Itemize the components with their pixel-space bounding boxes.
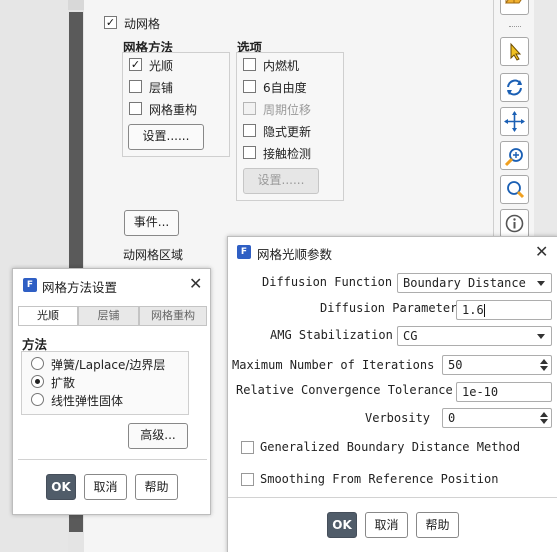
- cancel-button[interactable]: 取消: [365, 512, 408, 538]
- verbosity-label: Verbosity: [365, 411, 431, 425]
- dynamic-mesh-zones-label: 动网格区域: [123, 248, 184, 262]
- app-logo-icon: F: [23, 278, 37, 292]
- diffusion-function-label: Diffusion Function: [262, 275, 393, 289]
- tab-layering[interactable]: 层铺: [78, 306, 139, 326]
- mesh-method-settings-dialog: F 网格方法设置 ✕ 光顺 层铺 网格重构 方法 弹簧/Laplace/边界层 …: [12, 268, 211, 515]
- zoom-in-icon[interactable]: [500, 141, 529, 170]
- tab-remeshing[interactable]: 网格重构: [139, 306, 207, 326]
- scrollbar-up-arrow[interactable]: [68, 0, 84, 10]
- dialog-title: 网格光顺参数: [257, 247, 333, 262]
- events-button[interactable]: 事件...: [124, 210, 179, 236]
- chevron-down-icon: [537, 281, 545, 286]
- periodic-displacement-checkbox: [243, 102, 256, 115]
- max-iterations-value: 50: [448, 358, 463, 372]
- chevron-down-icon: [537, 334, 545, 339]
- ic-engine-label: 内燃机: [263, 59, 300, 73]
- convergence-tolerance-input[interactable]: 1e-10: [456, 382, 552, 402]
- contact-detection-checkbox[interactable]: [243, 146, 256, 159]
- periodic-displacement-label: 周期位移: [263, 103, 312, 117]
- diffusion-function-value: Boundary Distance: [403, 276, 526, 290]
- amg-stabilization-label: AMG Stabilization: [270, 328, 393, 342]
- text-cursor: [484, 304, 485, 317]
- dynamic-mesh-checkbox[interactable]: ✓: [104, 16, 117, 29]
- contact-detection-label: 接触检测: [263, 147, 312, 161]
- stepper-down-icon[interactable]: [540, 366, 548, 371]
- help-button[interactable]: 帮助: [416, 512, 459, 538]
- options-settings-button: 设置......: [243, 168, 319, 194]
- dialog-title: 网格方法设置: [42, 280, 118, 295]
- diffusion-parameter-label: Diffusion Parameter: [320, 301, 458, 315]
- convergence-tolerance-value: 1e-10: [462, 385, 499, 399]
- six-dof-label: 6自由度: [263, 81, 307, 95]
- smoothing-label: 光顺: [149, 59, 174, 73]
- max-iterations-stepper[interactable]: 50: [442, 355, 552, 375]
- dialog-divider: [228, 497, 557, 498]
- cancel-button[interactable]: 取消: [84, 474, 127, 500]
- diffusion-parameter-input[interactable]: 1.6: [456, 300, 552, 320]
- pan-icon[interactable]: [500, 107, 529, 136]
- dialog-divider: [18, 459, 207, 460]
- remeshing-checkbox[interactable]: [129, 102, 142, 115]
- stepper-up-icon[interactable]: [540, 412, 548, 417]
- linear-elastic-radio[interactable]: [31, 393, 44, 406]
- diffusion-label: 扩散: [51, 376, 76, 390]
- amg-stabilization-select[interactable]: CG: [397, 326, 552, 346]
- mesh-methods-settings-button[interactable]: 设置......: [128, 124, 204, 150]
- zoom-fit-icon[interactable]: [500, 175, 529, 204]
- help-button[interactable]: 帮助: [135, 474, 178, 500]
- spring-laplace-radio[interactable]: [31, 357, 44, 370]
- dynamic-mesh-label: 动网格: [124, 17, 161, 31]
- max-iterations-label: Maximum Number of Iterations: [232, 358, 435, 372]
- implicit-update-checkbox[interactable]: [243, 124, 256, 137]
- close-icon[interactable]: ✕: [189, 276, 202, 292]
- toolbar-separator: [509, 26, 521, 28]
- diffusion-radio[interactable]: [31, 375, 44, 388]
- smoothing-reference-label: Smoothing From Reference Position: [260, 472, 499, 486]
- tab-baseline: [18, 325, 207, 326]
- verbosity-stepper[interactable]: 0: [442, 408, 552, 428]
- app-logo-icon: F: [237, 245, 251, 259]
- convergence-tolerance-label: Relative Convergence Tolerance: [236, 383, 453, 397]
- stepper-up-icon[interactable]: [540, 359, 548, 364]
- linear-elastic-label: 线性弹性固体: [51, 394, 124, 408]
- info-icon[interactable]: [500, 209, 529, 238]
- spring-laplace-label: 弹簧/Laplace/边界层: [51, 358, 166, 372]
- implicit-update-label: 隐式更新: [263, 125, 312, 139]
- ic-engine-checkbox[interactable]: [243, 58, 256, 71]
- gbdm-label: Generalized Boundary Distance Method: [260, 440, 521, 454]
- stepper-down-icon[interactable]: [540, 419, 548, 424]
- advanced-button[interactable]: 高级...: [128, 423, 188, 449]
- diffusion-function-select[interactable]: Boundary Distance: [397, 273, 552, 293]
- smoothing-checkbox[interactable]: ✓: [129, 58, 142, 71]
- layering-label: 层铺: [149, 81, 174, 95]
- close-icon[interactable]: ✕: [535, 244, 548, 260]
- ok-button[interactable]: OK: [327, 512, 357, 538]
- amg-stabilization-value: CG: [403, 329, 418, 343]
- smoothing-reference-checkbox[interactable]: [241, 473, 254, 486]
- ok-button[interactable]: OK: [46, 474, 76, 500]
- layering-checkbox[interactable]: [129, 80, 142, 93]
- verbosity-value: 0: [448, 411, 456, 425]
- diffusion-parameter-value: 1.6: [462, 303, 484, 317]
- six-dof-checkbox[interactable]: [243, 80, 256, 93]
- remeshing-label: 网格重构: [149, 103, 198, 117]
- pointer-icon[interactable]: [500, 37, 529, 66]
- open-folder-icon[interactable]: [500, 0, 529, 15]
- rotate-icon[interactable]: [500, 73, 529, 102]
- gbdm-checkbox[interactable]: [241, 441, 254, 454]
- tab-smoothing[interactable]: 光顺: [18, 306, 78, 326]
- mesh-smoothing-parameters-dialog: F 网格光顺参数 ✕ Diffusion Function Boundary D…: [227, 236, 557, 552]
